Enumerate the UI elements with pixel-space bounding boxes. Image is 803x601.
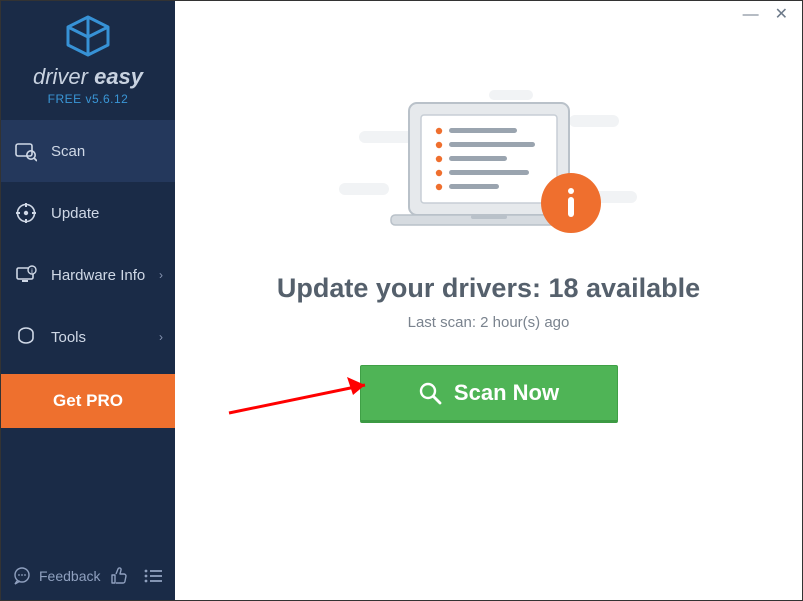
titlebar: — ✕	[175, 1, 802, 29]
update-icon	[15, 202, 37, 224]
sidebar-nav: Scan Update i Hardware Info › Tools	[1, 120, 175, 368]
available-count: 18	[548, 273, 578, 303]
magnify-icon	[418, 381, 442, 405]
feedback-label: Feedback	[39, 568, 100, 584]
sidebar-item-scan[interactable]: Scan	[1, 120, 175, 182]
headline-prefix: Update your drivers:	[277, 273, 549, 303]
chevron-right-icon: ›	[159, 268, 163, 282]
version-label: FREE v5.6.12	[1, 92, 175, 106]
brand-name: driver easy	[1, 64, 175, 90]
sidebar-item-hardware-info[interactable]: i Hardware Info ›	[1, 244, 175, 306]
sidebar-bottom: Feedback	[1, 556, 175, 600]
get-pro-button[interactable]: Get PRO	[1, 374, 175, 428]
sidebar-item-label: Tools	[51, 329, 86, 346]
scan-now-label: Scan Now	[454, 380, 559, 406]
feedback-button[interactable]: Feedback	[13, 567, 100, 585]
sidebar-item-tools[interactable]: Tools ›	[1, 306, 175, 368]
tools-icon	[15, 326, 37, 348]
close-button[interactable]: ✕	[775, 7, 788, 23]
logo-area: driver easy FREE v5.6.12	[1, 1, 175, 116]
sidebar-bottom-actions	[109, 566, 163, 586]
chevron-right-icon: ›	[159, 330, 163, 344]
scan-now-button[interactable]: Scan Now	[360, 365, 618, 423]
headline: Update your drivers: 18 available	[277, 273, 700, 304]
hardware-info-icon: i	[15, 264, 37, 286]
last-scan-label: Last scan: 2 hour(s) ago	[408, 314, 570, 331]
scan-icon	[15, 140, 37, 162]
minimize-button[interactable]: —	[743, 7, 759, 23]
app-window: driver easy FREE v5.6.12 Scan Update i	[1, 1, 802, 600]
laptop-illustration	[339, 85, 639, 255]
sidebar-item-label: Scan	[51, 143, 85, 160]
menu-list-icon[interactable]	[143, 568, 163, 584]
sidebar-spacer	[1, 428, 175, 556]
sidebar-item-label: Hardware Info	[51, 267, 145, 284]
sidebar-item-label: Update	[51, 205, 99, 222]
brand-logo-icon	[64, 15, 112, 57]
get-pro-label: Get PRO	[53, 391, 123, 411]
brand-name-bold: easy	[94, 64, 143, 89]
main-panel: — ✕	[175, 1, 802, 600]
sidebar-item-update[interactable]: Update	[1, 182, 175, 244]
sidebar: driver easy FREE v5.6.12 Scan Update i	[1, 1, 175, 600]
thumbs-up-icon[interactable]	[109, 566, 129, 586]
headline-suffix: available	[579, 273, 701, 303]
content-area: Update your drivers: 18 available Last s…	[175, 29, 802, 600]
chat-icon	[13, 567, 31, 585]
brand-name-prefix: driver	[33, 64, 94, 89]
